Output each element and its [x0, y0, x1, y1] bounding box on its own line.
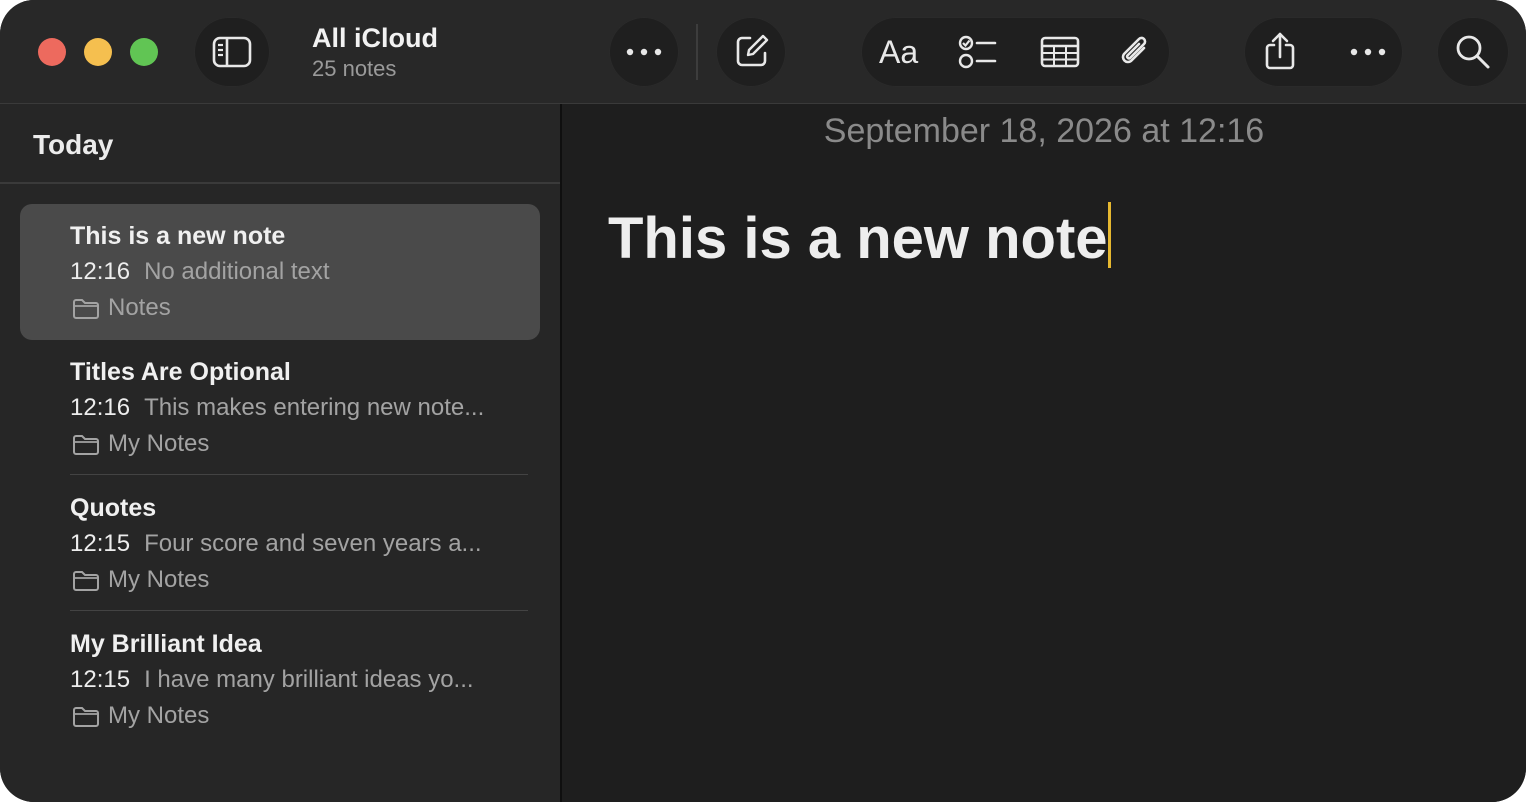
note-time: 12:16 [70, 258, 131, 285]
search-icon [1456, 35, 1490, 69]
sidebar-toggle-button[interactable] [194, 17, 270, 87]
format-toolbar-group: Aa [861, 17, 1170, 87]
format-text-button[interactable]: Aa [879, 34, 918, 70]
note-title: This is a new note [70, 222, 286, 250]
note-preview: Four score and seven years a... [144, 530, 482, 557]
note-heading-container[interactable]: This is a new note [608, 202, 1111, 275]
note-list-item[interactable]: Quotes 12:15 Four score and seven years a… [20, 476, 540, 612]
search-button[interactable] [1437, 17, 1509, 87]
note-meta: 12:16 This makes entering new note... [70, 393, 484, 423]
note-folder-label: My Notes [108, 702, 210, 729]
minimize-button[interactable] [84, 38, 112, 66]
toolbar-divider [696, 24, 698, 80]
note-preview: No additional text [144, 258, 330, 285]
window-title: All iCloud [312, 23, 438, 53]
new-note-button[interactable] [716, 17, 786, 87]
toolbar: All iCloud 25 notes Aa [0, 0, 1526, 104]
note-preview: This makes entering new note... [144, 394, 485, 421]
list-divider [70, 610, 528, 611]
more-icon [626, 48, 662, 56]
more-options-button[interactable] [609, 17, 679, 87]
checklist-icon[interactable] [958, 35, 998, 69]
share-icon[interactable] [1263, 30, 1297, 72]
note-list-item[interactable]: Titles Are Optional 12:16 This makes ente… [20, 340, 540, 476]
note-preview: I have many brilliant ideas yo... [144, 666, 474, 693]
section-divider [0, 182, 560, 184]
folder-icon [73, 707, 99, 727]
note-meta: 12:15 I have many brilliant ideas yo... [70, 665, 474, 695]
note-list-item[interactable]: This is a new note 12:16 No additional te… [20, 204, 540, 340]
note-folder-label: Notes [108, 294, 171, 321]
folder-icon [73, 571, 99, 591]
note-meta: 12:15 Four score and seven years a... [70, 529, 482, 559]
notes-list-sidebar: Today This is a new note 12:16 No additio… [0, 104, 560, 802]
note-title: Quotes [70, 494, 157, 522]
more-icon[interactable] [1350, 48, 1386, 56]
note-time: 12:15 [70, 530, 131, 557]
note-folder-label: My Notes [108, 566, 210, 593]
note-title: My Brilliant Idea [70, 630, 262, 658]
table-icon[interactable] [1040, 36, 1080, 68]
share-more-group [1244, 17, 1403, 87]
section-header-today: Today [33, 129, 114, 160]
attachment-icon[interactable] [1117, 32, 1153, 72]
list-divider [70, 474, 528, 475]
note-editor[interactable]: September 18, 2026 at 12:16 This is a ne… [562, 104, 1526, 802]
window-title-block: All iCloud 25 notes [312, 22, 438, 84]
note-title: Titles Are Optional [70, 358, 291, 386]
note-list-item[interactable]: My Brilliant Idea 12:15 I have many brill… [20, 612, 540, 748]
note-date: September 18, 2026 at 12:16 [823, 112, 1265, 150]
close-button[interactable] [38, 38, 66, 66]
notes-window: All iCloud 25 notes Aa Today This is a n… [0, 0, 1526, 802]
note-time: 12:15 [70, 666, 131, 693]
note-meta: 12:16 No additional text [70, 257, 330, 287]
folder-icon [73, 435, 99, 455]
note-time: 12:16 [70, 394, 131, 421]
note-heading[interactable]: This is a new note [608, 206, 1108, 271]
compose-icon [736, 34, 769, 67]
sidebar-toggle-icon [212, 36, 252, 68]
note-folder-label: My Notes [108, 430, 210, 457]
folder-icon [73, 299, 99, 319]
note-count: 25 notes [312, 56, 397, 81]
zoom-button[interactable] [130, 38, 158, 66]
text-caret [1107, 202, 1111, 268]
